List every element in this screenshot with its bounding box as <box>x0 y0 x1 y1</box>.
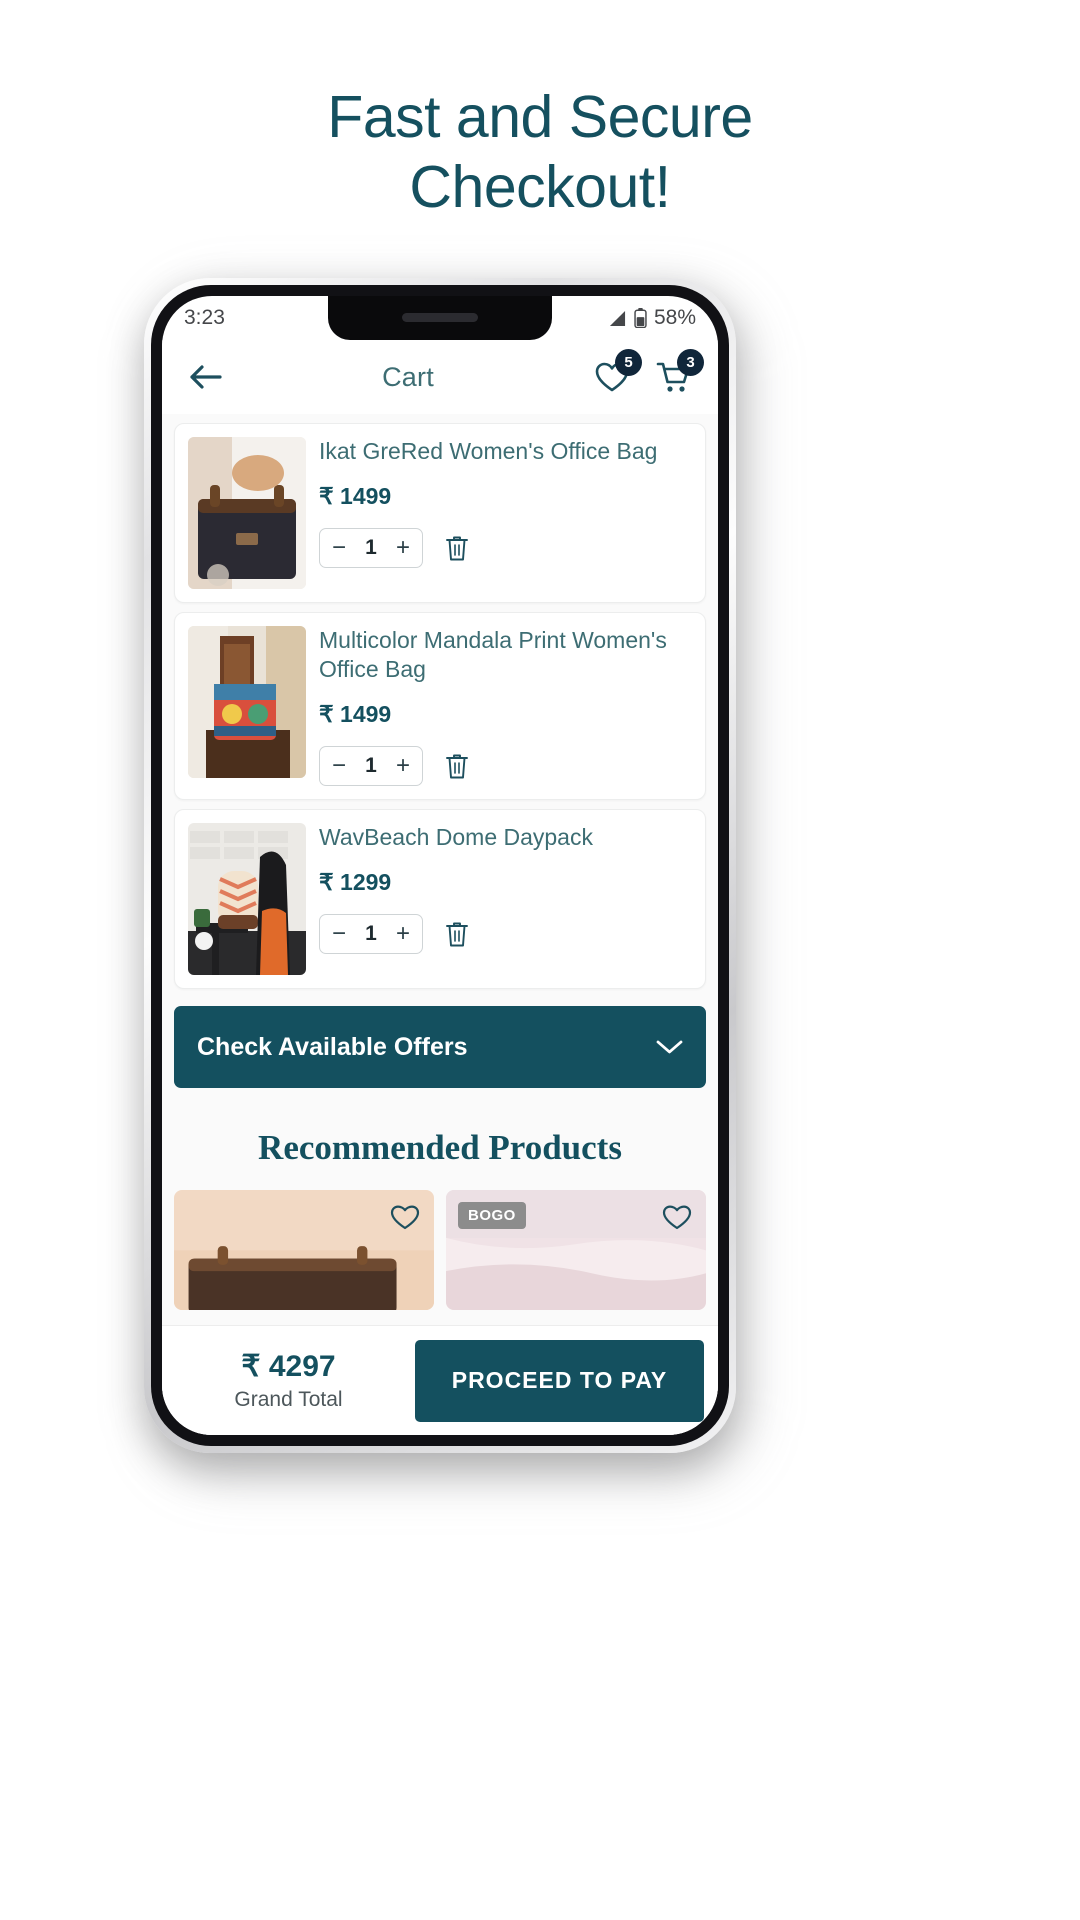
product-price: ₹ 1499 <box>319 483 392 509</box>
product-title: WavBeach Dome Daypack <box>319 824 593 850</box>
wishlist-button[interactable]: 5 <box>594 349 642 395</box>
quantity-value: 1 <box>365 536 377 559</box>
phone-mockup: 3:23 58% Cart 5 3 Ikat GreRed Women's Of… <box>144 278 736 1453</box>
phone-bezel: 3:23 58% Cart 5 3 Ikat GreRed Women's Of… <box>151 285 729 1446</box>
grand-total-label: Grand Total <box>234 1388 343 1411</box>
wavbeach-dome-daypack-photo <box>188 823 306 975</box>
back-arrow-icon[interactable] <box>188 363 222 391</box>
header-actions: 5 3 <box>594 349 704 395</box>
offers-label: Check Available Offers <box>197 1032 468 1061</box>
table-row[interactable]: Multicolor Mandala Print Women's Office … <box>174 612 706 800</box>
product-thumbnail[interactable] <box>188 626 306 778</box>
cart-badge: 3 <box>677 349 704 376</box>
product-info: Ikat GreRed Women's Office Bag ₹ 1499 − … <box>319 437 692 589</box>
hero-heading: Fast and Secure Checkout! <box>0 82 1080 222</box>
grand-total-amount: ₹ 4297 <box>241 1350 336 1383</box>
recommended-products-title: Recommended Products <box>258 1128 622 1167</box>
quantity-row: − 1 + <box>319 528 692 568</box>
increment-button[interactable]: + <box>390 754 416 778</box>
multicolor-mandala-office-bag-photo <box>188 626 306 778</box>
proceed-to-pay-button[interactable]: PROCEED TO PAY <box>415 1339 704 1422</box>
increment-button[interactable]: + <box>390 922 416 946</box>
app-header: Cart 5 3 <box>162 340 718 414</box>
quantity-stepper[interactable]: − 1 + <box>319 914 423 954</box>
product-title: Multicolor Mandala Print Women's Office … <box>319 627 667 682</box>
poster-canvas: Fast and Secure Checkout! 3:23 58% Cart … <box>0 0 1080 1920</box>
signal-bars-icon <box>609 310 626 326</box>
page-title: Cart <box>382 361 434 392</box>
quantity-stepper[interactable]: − 1 + <box>319 746 423 786</box>
product-title: Ikat GreRed Women's Office Bag <box>319 438 658 464</box>
product-thumbnail[interactable] <box>188 823 306 975</box>
increment-button[interactable]: + <box>390 536 416 560</box>
trash-icon[interactable] <box>445 534 469 562</box>
chevron-down-icon[interactable] <box>656 1039 683 1055</box>
grand-total-block: ₹ 4297 Grand Total <box>176 1349 401 1412</box>
recommended-products-grid: BOGO <box>174 1190 706 1310</box>
list-item[interactable] <box>174 1190 434 1310</box>
quantity-value: 1 <box>365 754 377 777</box>
hero-line-1: Fast and Secure <box>327 84 753 150</box>
check-available-offers-banner[interactable]: Check Available Offers <box>174 1006 706 1088</box>
product-info: Multicolor Mandala Print Women's Office … <box>319 626 692 786</box>
checkout-bottom-bar: ₹ 4297 Grand Total PROCEED TO PAY <box>162 1325 718 1435</box>
battery-percent: 58% <box>653 306 696 329</box>
status-time: 3:23 <box>184 306 225 329</box>
trash-icon[interactable] <box>445 920 469 948</box>
cart-button[interactable]: 3 <box>656 349 704 395</box>
product-price: ₹ 1299 <box>319 869 392 895</box>
decrement-button[interactable]: − <box>326 754 352 778</box>
table-row[interactable]: Ikat GreRed Women's Office Bag ₹ 1499 − … <box>174 423 706 603</box>
product-info: WavBeach Dome Daypack ₹ 1299 − 1 + <box>319 823 692 975</box>
table-row[interactable]: WavBeach Dome Daypack ₹ 1299 − 1 + <box>174 809 706 989</box>
battery-icon <box>634 308 647 328</box>
product-price: ₹ 1499 <box>319 701 392 727</box>
ikat-gre-red-office-bag-photo <box>188 437 306 589</box>
heart-icon[interactable] <box>662 1203 692 1231</box>
heart-icon[interactable] <box>390 1203 420 1231</box>
decrement-button[interactable]: − <box>326 536 352 560</box>
quantity-stepper[interactable]: − 1 + <box>319 528 423 568</box>
product-thumbnail[interactable] <box>188 437 306 589</box>
quantity-row: − 1 + <box>319 746 692 786</box>
list-item[interactable]: BOGO <box>446 1190 706 1310</box>
status-badge: BOGO <box>458 1202 526 1229</box>
trash-icon[interactable] <box>445 752 469 780</box>
status-bar: 3:23 58% <box>162 296 718 340</box>
phone-screen: 3:23 58% Cart 5 3 Ikat GreRed Women's Of… <box>162 296 718 1435</box>
status-right-cluster: 58% <box>608 306 696 330</box>
cart-scroll-area[interactable]: Ikat GreRed Women's Office Bag ₹ 1499 − … <box>162 414 718 1435</box>
quantity-row: − 1 + <box>319 914 692 954</box>
decrement-button[interactable]: − <box>326 922 352 946</box>
wishlist-badge: 5 <box>615 349 642 376</box>
quantity-value: 1 <box>365 922 377 945</box>
hero-line-2: Checkout! <box>409 154 671 220</box>
